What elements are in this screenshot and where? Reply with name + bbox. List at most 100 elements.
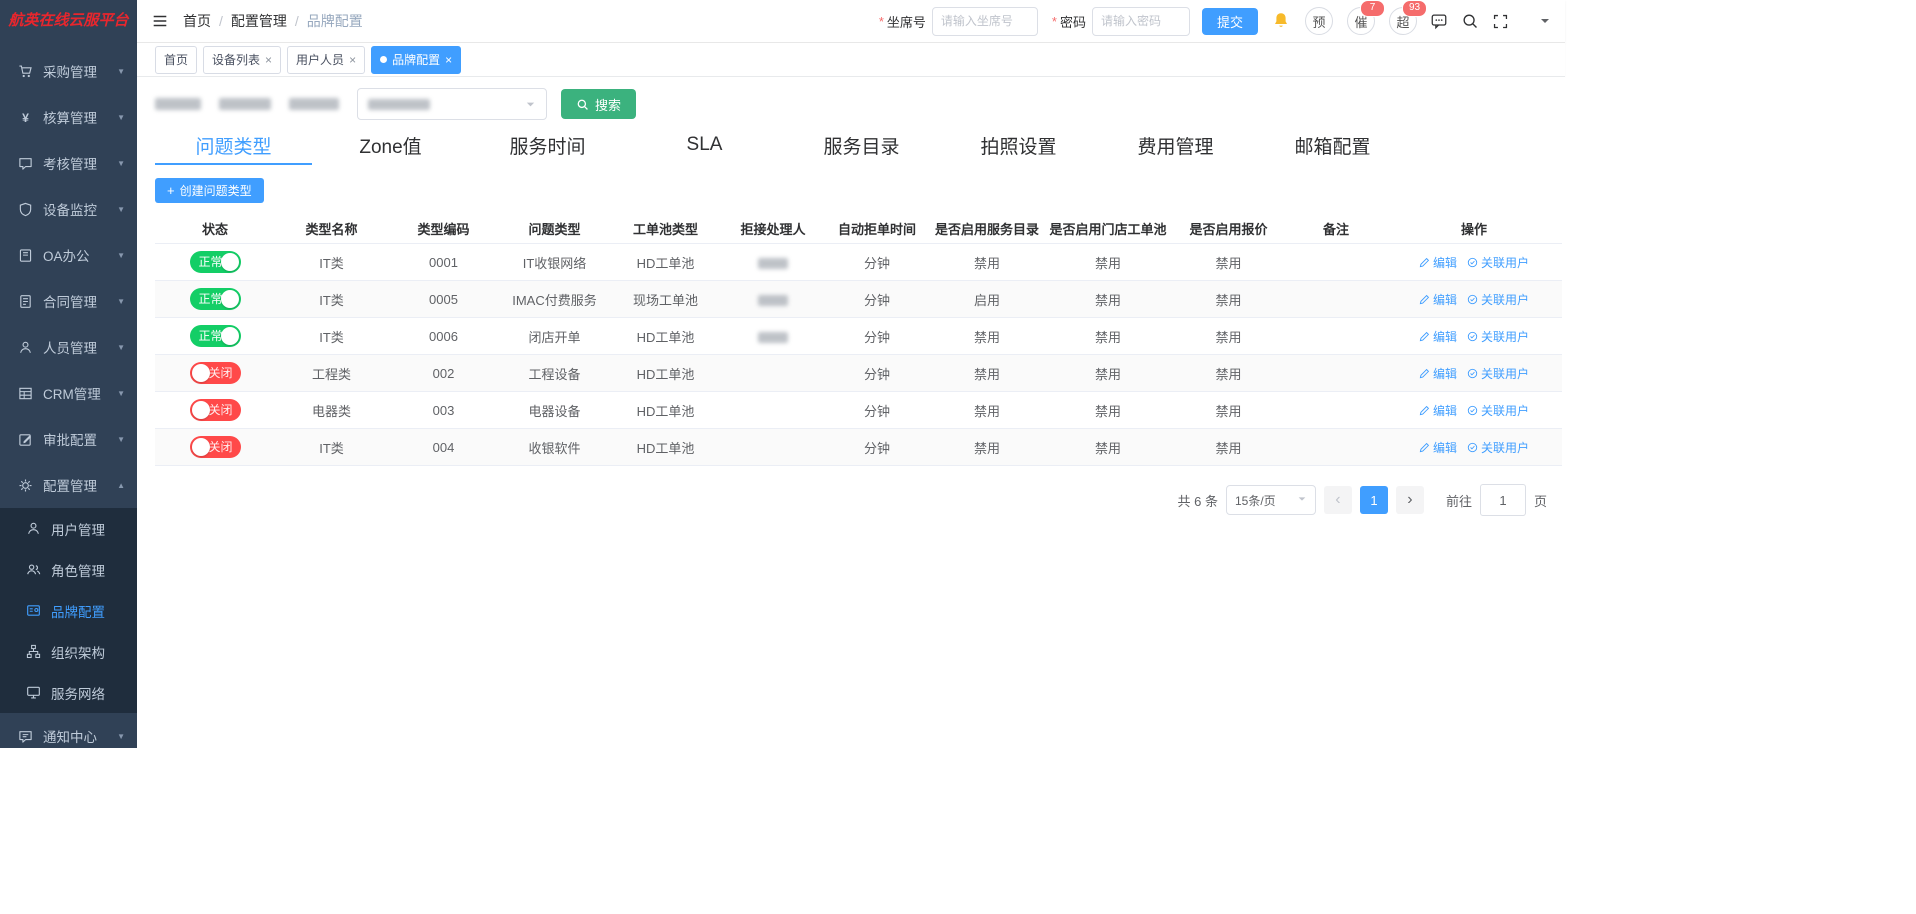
sidebar-item-accounting[interactable]: ¥核算管理 xyxy=(0,94,137,140)
status-switch[interactable]: 关闭 xyxy=(190,436,241,458)
fullscreen-icon[interactable] xyxy=(1492,13,1509,30)
page-tab-problem-type[interactable]: 问题类型 xyxy=(155,127,312,165)
goto-suffix: 页 xyxy=(1534,491,1547,510)
pagination: 共 6 条 15条/页 ‹ 1 › 前往 页 xyxy=(155,484,1547,516)
cell-actions: 编辑关联用户 xyxy=(1386,355,1562,392)
page-tab-photo-settings[interactable]: 拍照设置 xyxy=(940,127,1097,165)
page-tab-mailbox-config[interactable]: 邮箱配置 xyxy=(1254,127,1411,165)
sidebar-item-crm[interactable]: CRM管理 xyxy=(0,370,137,416)
status-switch[interactable]: 正常 xyxy=(190,325,241,347)
status-switch[interactable]: 关闭 xyxy=(190,362,241,384)
page-tab-sla[interactable]: SLA xyxy=(626,127,783,165)
link-user-link[interactable]: 关联用户 xyxy=(1467,402,1529,419)
sidebar-subitem-org-structure[interactable]: 组织架构 xyxy=(0,631,137,672)
redacted-value xyxy=(758,295,788,306)
message-icon[interactable] xyxy=(1430,12,1448,30)
sidebar-item-config[interactable]: 配置管理 xyxy=(0,462,137,508)
search-button[interactable]: 搜索 xyxy=(561,89,636,119)
edit-link[interactable]: 编辑 xyxy=(1419,439,1457,456)
cell-problem_type: IT收银网络 xyxy=(499,244,610,281)
role-icon xyxy=(26,562,41,577)
sidebar-item-personnel[interactable]: 人员管理 xyxy=(0,324,137,370)
column-header-type_name: 类型名称 xyxy=(275,214,388,244)
next-page-button[interactable]: › xyxy=(1396,486,1424,514)
column-header-auto_reject: 自动拒单时间 xyxy=(825,214,929,244)
password-input[interactable] xyxy=(1092,7,1190,36)
page-tabs: 问题类型Zone值服务时间SLA服务目录拍照设置费用管理邮箱配置 xyxy=(155,127,1547,165)
cell-type_code: 003 xyxy=(388,392,499,429)
status-switch[interactable]: 正常 xyxy=(190,251,241,273)
column-header-service_catalog: 是否启用服务目录 xyxy=(929,214,1045,244)
cell-quote: 禁用 xyxy=(1171,281,1286,318)
cell-status: 关闭 xyxy=(155,355,275,392)
redacted-filter-text xyxy=(289,98,339,110)
submit-button[interactable]: 提交 xyxy=(1202,8,1258,35)
tab-brand-config[interactable]: 品牌配置× xyxy=(371,46,461,74)
sidebar-item-oa-office[interactable]: OA办公 xyxy=(0,232,137,278)
page-tab-service-time[interactable]: 服务时间 xyxy=(469,127,626,165)
status-switch[interactable]: 正常 xyxy=(190,288,241,310)
breadcrumb-item[interactable]: 配置管理 xyxy=(231,11,287,31)
current-page-button[interactable]: 1 xyxy=(1360,486,1388,514)
create-type-button[interactable]: + 创建问题类型 xyxy=(155,178,264,203)
caret-down-icon[interactable] xyxy=(1539,15,1551,27)
circle-button-chao[interactable]: 超93 xyxy=(1389,7,1417,35)
chevron-down-icon xyxy=(117,732,125,741)
sidebar-subitem-user-mgmt[interactable]: 用户管理 xyxy=(0,508,137,549)
chevron-down-icon xyxy=(117,205,125,214)
sidebar-item-notify-center[interactable]: 通知中心 xyxy=(0,713,137,748)
chevron-down-icon xyxy=(117,159,125,168)
cell-problem_type: IMAC付费服务 xyxy=(499,281,610,318)
edit-link[interactable]: 编辑 xyxy=(1419,365,1457,382)
close-icon[interactable]: × xyxy=(265,54,272,66)
sidebar-item-approval[interactable]: 审批配置 xyxy=(0,416,137,462)
hamburger-menu-icon[interactable] xyxy=(151,12,169,30)
edit-link[interactable]: 编辑 xyxy=(1419,328,1457,345)
goto-page-input[interactable] xyxy=(1480,484,1526,516)
page-size-select[interactable]: 15条/页 xyxy=(1226,485,1316,515)
link-user-link[interactable]: 关联用户 xyxy=(1467,328,1529,345)
sidebar-subitem-service-network[interactable]: 服务网络 xyxy=(0,672,137,713)
tag-bar: 首页设备列表×用户人员×品牌配置× xyxy=(137,43,1565,77)
sidebar-item-assessment[interactable]: 考核管理 xyxy=(0,140,137,186)
sidebar-subitem-brand-config[interactable]: 品牌配置 xyxy=(0,590,137,631)
link-user-link[interactable]: 关联用户 xyxy=(1467,365,1529,382)
link-user-link[interactable]: 关联用户 xyxy=(1467,291,1529,308)
status-switch[interactable]: 关闭 xyxy=(190,399,241,421)
sidebar-subitem-role-mgmt[interactable]: 角色管理 xyxy=(0,549,137,590)
page-tab-fee-mgmt[interactable]: 费用管理 xyxy=(1097,127,1254,165)
tab-home[interactable]: 首页 xyxy=(155,46,197,74)
circle-button-cui[interactable]: 催7 xyxy=(1347,7,1375,35)
bell-icon[interactable] xyxy=(1271,11,1291,31)
tab-device-list[interactable]: 设备列表× xyxy=(203,46,281,74)
count-badge: 93 xyxy=(1402,0,1427,17)
tab-user-personnel[interactable]: 用户人员× xyxy=(287,46,365,74)
page-tab-service-catalog[interactable]: 服务目录 xyxy=(783,127,940,165)
cell-type_code: 002 xyxy=(388,355,499,392)
org-icon xyxy=(26,644,41,659)
sidebar-item-device-monitor[interactable]: 设备监控 xyxy=(0,186,137,232)
close-icon[interactable]: × xyxy=(349,54,356,66)
sidebar-item-purchase[interactable]: 采购管理 xyxy=(0,48,137,94)
circle-button-yu[interactable]: 预 xyxy=(1305,7,1333,35)
cell-actions: 编辑关联用户 xyxy=(1386,429,1562,466)
page-size-value: 15条/页 xyxy=(1235,492,1276,509)
chevron-up-icon xyxy=(117,481,125,490)
close-icon[interactable]: × xyxy=(445,54,452,66)
breadcrumb-item[interactable]: 首页 xyxy=(183,11,211,31)
page-tab-zone-value[interactable]: Zone值 xyxy=(312,127,469,165)
search-icon[interactable] xyxy=(1461,12,1479,30)
cell-reject_handler xyxy=(721,392,825,429)
edit-link[interactable]: 编辑 xyxy=(1419,291,1457,308)
top-header: 首页/配置管理/品牌配置 * 坐席号 * 密码 提交 预催7超93 xyxy=(137,0,1565,43)
sidebar-item-contract[interactable]: 合同管理 xyxy=(0,278,137,324)
edit-link[interactable]: 编辑 xyxy=(1419,402,1457,419)
link-user-link[interactable]: 关联用户 xyxy=(1467,254,1529,271)
prev-page-button[interactable]: ‹ xyxy=(1324,486,1352,514)
edit-link[interactable]: 编辑 xyxy=(1419,254,1457,271)
table-row: 正常IT类0006闭店开单HD工单池分钟禁用禁用禁用编辑关联用户 xyxy=(155,318,1562,355)
chevron-down-icon xyxy=(525,99,536,110)
link-user-link[interactable]: 关联用户 xyxy=(1467,439,1529,456)
filter-select[interactable] xyxy=(357,88,547,120)
seat-input[interactable] xyxy=(932,7,1038,36)
